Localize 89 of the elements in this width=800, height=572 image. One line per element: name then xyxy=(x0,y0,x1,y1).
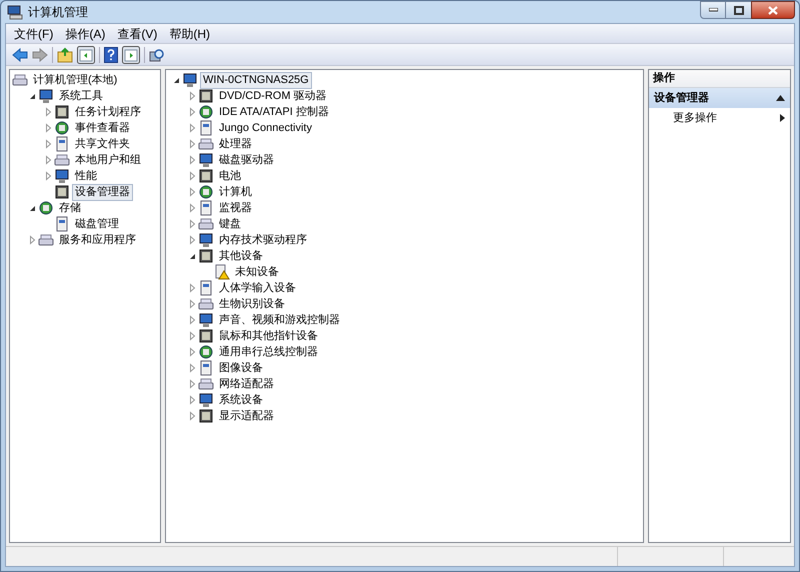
menu-item[interactable]: 文件(F) xyxy=(8,24,60,42)
submenu-arrow-icon xyxy=(780,114,785,122)
tree-item[interactable]: 显示适配器 xyxy=(216,408,277,424)
tree-item[interactable]: 内存技术驱动程序 xyxy=(216,232,310,248)
device-icon xyxy=(198,136,214,152)
tree-item[interactable]: Jungo Connectivity xyxy=(216,120,315,136)
device-icon xyxy=(54,120,70,136)
menu-item[interactable]: 帮助(H) xyxy=(163,24,216,42)
tree-item[interactable]: 鼠标和其他指针设备 xyxy=(216,328,321,344)
action-link[interactable]: 更多操作 xyxy=(673,110,717,126)
tree-item[interactable]: 生物识别设备 xyxy=(216,296,288,312)
tree-item[interactable]: 本地用户和组 xyxy=(72,152,144,168)
device-icon xyxy=(54,104,70,120)
close-button[interactable] xyxy=(751,1,795,19)
device-icon xyxy=(198,408,214,424)
computer-icon xyxy=(7,4,23,20)
tree-item[interactable]: 键盘 xyxy=(216,216,244,232)
close-icon xyxy=(768,6,778,14)
tree-item[interactable]: 存储 xyxy=(56,200,84,216)
menu-item[interactable]: 查看(V) xyxy=(111,24,164,42)
tree-item[interactable]: 系统工具 xyxy=(56,88,106,104)
device-icon xyxy=(198,360,214,376)
actions-header: 操作 xyxy=(649,70,790,88)
minimize-button[interactable] xyxy=(700,1,726,19)
tree-item[interactable]: 计算机管理(本地) xyxy=(30,72,120,88)
tree-item[interactable]: 磁盘管理 xyxy=(72,216,122,232)
tree-item[interactable]: 性能 xyxy=(72,168,100,184)
device-icon xyxy=(54,136,70,152)
minimize-icon xyxy=(708,8,718,12)
device-icon xyxy=(12,72,28,88)
tree-item[interactable]: 任务计划程序 xyxy=(72,104,144,120)
device-icon xyxy=(38,232,54,248)
tree-item[interactable]: 设备管理器 xyxy=(72,184,133,200)
device-icon xyxy=(198,344,214,360)
device-icon xyxy=(182,72,198,88)
tree-item[interactable]: 服务和应用程序 xyxy=(56,232,139,248)
device-icon xyxy=(198,280,214,296)
device-icon xyxy=(198,216,214,232)
tree-item[interactable]: IDE ATA/ATAPI 控制器 xyxy=(216,104,332,120)
tree-item[interactable]: WIN-0CTNGNAS25G xyxy=(200,72,312,88)
device-icon xyxy=(54,152,70,168)
pane-toggle-icon[interactable] xyxy=(77,46,95,64)
menu-item[interactable]: 操作(A) xyxy=(59,24,112,42)
device-icon xyxy=(198,392,214,408)
device-icon xyxy=(198,104,214,120)
tree-item[interactable]: 计算机 xyxy=(216,184,255,200)
tree-item[interactable]: 人体学输入设备 xyxy=(216,280,299,296)
window-title: 计算机管理 xyxy=(28,4,88,21)
device-icon xyxy=(198,232,214,248)
device-icon xyxy=(198,200,214,216)
tree-item[interactable]: 事件查看器 xyxy=(72,120,133,136)
maximize-button[interactable] xyxy=(726,1,751,19)
device-icon xyxy=(38,200,54,216)
device-icon xyxy=(54,184,70,200)
tree-item[interactable]: 网络适配器 xyxy=(216,376,277,392)
device-icon xyxy=(54,216,70,232)
collapse-arrow-icon[interactable] xyxy=(776,94,785,102)
device-icon xyxy=(198,168,214,184)
tree-item[interactable]: 电池 xyxy=(216,168,244,184)
device-icon xyxy=(198,152,214,168)
folder-up-icon[interactable] xyxy=(57,46,73,62)
device-icon xyxy=(54,168,70,184)
device-icon xyxy=(198,376,214,392)
tree-item[interactable]: 通用串行总线控制器 xyxy=(216,344,321,360)
device-icon xyxy=(38,88,54,104)
device-icon xyxy=(198,296,214,312)
device-icon xyxy=(198,312,214,328)
device-icon xyxy=(198,328,214,344)
tree-item[interactable]: 系统设备 xyxy=(216,392,266,408)
forward-arrow-icon[interactable] xyxy=(32,48,48,62)
tree-item[interactable]: 共享文件夹 xyxy=(72,136,133,152)
tree-item[interactable]: 处理器 xyxy=(216,136,255,152)
help-icon[interactable] xyxy=(104,46,118,62)
pane-toggle-icon[interactable] xyxy=(122,46,140,64)
device-icon xyxy=(198,88,214,104)
scan-hardware-icon[interactable] xyxy=(149,46,165,62)
device-icon xyxy=(198,248,214,264)
tree-item[interactable]: 监视器 xyxy=(216,200,255,216)
tree-item[interactable]: 图像设备 xyxy=(216,360,266,376)
tree-item[interactable]: 磁盘驱动器 xyxy=(216,152,277,168)
tree-item[interactable]: 声音、视频和游戏控制器 xyxy=(216,312,343,328)
actions-section-header[interactable]: 设备管理器 xyxy=(649,88,790,108)
tree-item[interactable]: DVD/CD-ROM 驱动器 xyxy=(216,88,330,104)
device-icon xyxy=(198,120,214,136)
tree-item[interactable]: 未知设备 xyxy=(232,264,282,280)
back-arrow-icon[interactable] xyxy=(12,48,28,62)
device-icon xyxy=(198,184,214,200)
tree-item[interactable]: 其他设备 xyxy=(216,248,266,264)
restore-icon xyxy=(734,6,744,14)
